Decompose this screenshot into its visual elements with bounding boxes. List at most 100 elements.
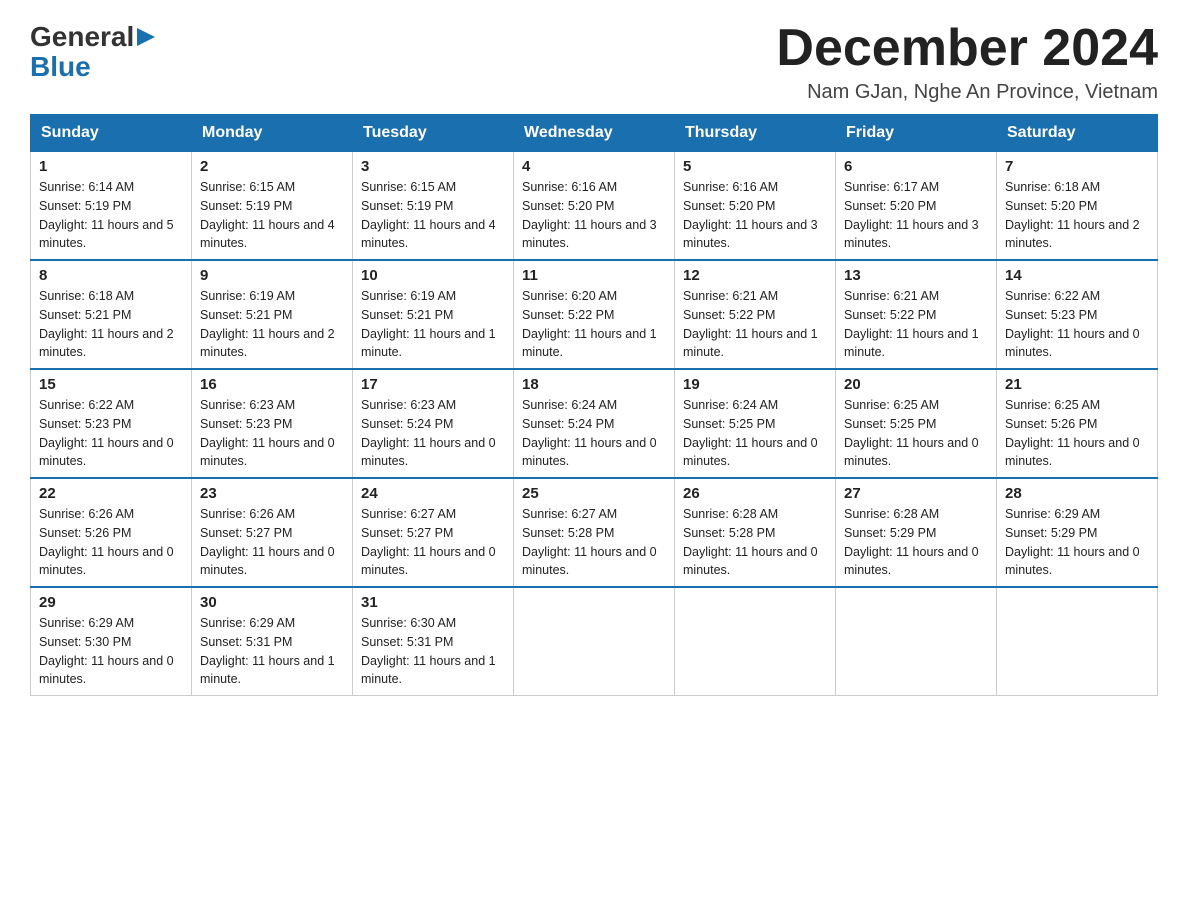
- day-info: Sunrise: 6:28 AM Sunset: 5:29 PM Dayligh…: [844, 505, 988, 580]
- calendar-cell: 21 Sunrise: 6:25 AM Sunset: 5:26 PM Dayl…: [997, 369, 1158, 478]
- day-info: Sunrise: 6:20 AM Sunset: 5:22 PM Dayligh…: [522, 287, 666, 362]
- day-info: Sunrise: 6:24 AM Sunset: 5:25 PM Dayligh…: [683, 396, 827, 471]
- calendar-cell: [514, 587, 675, 696]
- calendar-cell: [836, 587, 997, 696]
- calendar-cell: 10 Sunrise: 6:19 AM Sunset: 5:21 PM Dayl…: [353, 260, 514, 369]
- day-number: 21: [1005, 376, 1149, 393]
- header: General Blue December 2024 Nam GJan, Ngh…: [30, 20, 1158, 104]
- day-info: Sunrise: 6:29 AM Sunset: 5:29 PM Dayligh…: [1005, 505, 1149, 580]
- day-info: Sunrise: 6:15 AM Sunset: 5:19 PM Dayligh…: [200, 178, 344, 253]
- header-thursday: Thursday: [675, 115, 836, 151]
- day-number: 17: [361, 376, 505, 393]
- day-number: 11: [522, 267, 666, 284]
- day-number: 18: [522, 376, 666, 393]
- header-friday: Friday: [836, 115, 997, 151]
- calendar-cell: 20 Sunrise: 6:25 AM Sunset: 5:25 PM Dayl…: [836, 369, 997, 478]
- calendar-cell: 3 Sunrise: 6:15 AM Sunset: 5:19 PM Dayli…: [353, 151, 514, 260]
- day-number: 4: [522, 158, 666, 175]
- calendar-cell: 30 Sunrise: 6:29 AM Sunset: 5:31 PM Dayl…: [192, 587, 353, 696]
- calendar-cell: 12 Sunrise: 6:21 AM Sunset: 5:22 PM Dayl…: [675, 260, 836, 369]
- calendar-cell: 4 Sunrise: 6:16 AM Sunset: 5:20 PM Dayli…: [514, 151, 675, 260]
- logo-blue-text: Blue: [30, 53, 159, 81]
- day-info: Sunrise: 6:22 AM Sunset: 5:23 PM Dayligh…: [39, 396, 183, 471]
- day-number: 1: [39, 158, 183, 175]
- day-info: Sunrise: 6:29 AM Sunset: 5:30 PM Dayligh…: [39, 614, 183, 689]
- day-info: Sunrise: 6:26 AM Sunset: 5:27 PM Dayligh…: [200, 505, 344, 580]
- calendar-cell: 18 Sunrise: 6:24 AM Sunset: 5:24 PM Dayl…: [514, 369, 675, 478]
- calendar-cell: 5 Sunrise: 6:16 AM Sunset: 5:20 PM Dayli…: [675, 151, 836, 260]
- day-info: Sunrise: 6:27 AM Sunset: 5:27 PM Dayligh…: [361, 505, 505, 580]
- day-info: Sunrise: 6:27 AM Sunset: 5:28 PM Dayligh…: [522, 505, 666, 580]
- logo-general-text: General: [30, 21, 134, 53]
- day-info: Sunrise: 6:16 AM Sunset: 5:20 PM Dayligh…: [522, 178, 666, 253]
- calendar-cell: 26 Sunrise: 6:28 AM Sunset: 5:28 PM Dayl…: [675, 478, 836, 587]
- calendar-week-4: 22 Sunrise: 6:26 AM Sunset: 5:26 PM Dayl…: [31, 478, 1158, 587]
- day-info: Sunrise: 6:18 AM Sunset: 5:21 PM Dayligh…: [39, 287, 183, 362]
- day-number: 3: [361, 158, 505, 175]
- location-subtitle: Nam GJan, Nghe An Province, Vietnam: [776, 81, 1158, 104]
- header-sunday: Sunday: [31, 115, 192, 151]
- day-info: Sunrise: 6:21 AM Sunset: 5:22 PM Dayligh…: [844, 287, 988, 362]
- logo: General Blue: [30, 20, 159, 81]
- calendar-cell: 23 Sunrise: 6:26 AM Sunset: 5:27 PM Dayl…: [192, 478, 353, 587]
- calendar-cell: [997, 587, 1158, 696]
- day-number: 30: [200, 594, 344, 611]
- day-number: 6: [844, 158, 988, 175]
- day-info: Sunrise: 6:23 AM Sunset: 5:23 PM Dayligh…: [200, 396, 344, 471]
- calendar-week-1: 1 Sunrise: 6:14 AM Sunset: 5:19 PM Dayli…: [31, 151, 1158, 260]
- month-year-title: December 2024: [776, 20, 1158, 77]
- calendar-cell: 9 Sunrise: 6:19 AM Sunset: 5:21 PM Dayli…: [192, 260, 353, 369]
- day-number: 23: [200, 485, 344, 502]
- day-info: Sunrise: 6:15 AM Sunset: 5:19 PM Dayligh…: [361, 178, 505, 253]
- day-number: 27: [844, 485, 988, 502]
- calendar-cell: 6 Sunrise: 6:17 AM Sunset: 5:20 PM Dayli…: [836, 151, 997, 260]
- calendar-cell: 1 Sunrise: 6:14 AM Sunset: 5:19 PM Dayli…: [31, 151, 192, 260]
- header-saturday: Saturday: [997, 115, 1158, 151]
- calendar-week-3: 15 Sunrise: 6:22 AM Sunset: 5:23 PM Dayl…: [31, 369, 1158, 478]
- day-info: Sunrise: 6:25 AM Sunset: 5:26 PM Dayligh…: [1005, 396, 1149, 471]
- day-number: 26: [683, 485, 827, 502]
- day-number: 28: [1005, 485, 1149, 502]
- calendar-cell: 13 Sunrise: 6:21 AM Sunset: 5:22 PM Dayl…: [836, 260, 997, 369]
- calendar-cell: 16 Sunrise: 6:23 AM Sunset: 5:23 PM Dayl…: [192, 369, 353, 478]
- day-info: Sunrise: 6:30 AM Sunset: 5:31 PM Dayligh…: [361, 614, 505, 689]
- day-number: 19: [683, 376, 827, 393]
- day-number: 24: [361, 485, 505, 502]
- day-info: Sunrise: 6:24 AM Sunset: 5:24 PM Dayligh…: [522, 396, 666, 471]
- day-info: Sunrise: 6:21 AM Sunset: 5:22 PM Dayligh…: [683, 287, 827, 362]
- calendar-table: Sunday Monday Tuesday Wednesday Thursday…: [30, 114, 1158, 696]
- header-row: Sunday Monday Tuesday Wednesday Thursday…: [31, 115, 1158, 151]
- day-number: 9: [200, 267, 344, 284]
- header-tuesday: Tuesday: [353, 115, 514, 151]
- day-number: 25: [522, 485, 666, 502]
- day-number: 16: [200, 376, 344, 393]
- calendar-cell: 27 Sunrise: 6:28 AM Sunset: 5:29 PM Dayl…: [836, 478, 997, 587]
- day-number: 29: [39, 594, 183, 611]
- calendar-cell: 15 Sunrise: 6:22 AM Sunset: 5:23 PM Dayl…: [31, 369, 192, 478]
- day-number: 2: [200, 158, 344, 175]
- day-info: Sunrise: 6:29 AM Sunset: 5:31 PM Dayligh…: [200, 614, 344, 689]
- day-number: 15: [39, 376, 183, 393]
- calendar-week-5: 29 Sunrise: 6:29 AM Sunset: 5:30 PM Dayl…: [31, 587, 1158, 696]
- day-number: 7: [1005, 158, 1149, 175]
- day-info: Sunrise: 6:26 AM Sunset: 5:26 PM Dayligh…: [39, 505, 183, 580]
- calendar-cell: 22 Sunrise: 6:26 AM Sunset: 5:26 PM Dayl…: [31, 478, 192, 587]
- day-info: Sunrise: 6:28 AM Sunset: 5:28 PM Dayligh…: [683, 505, 827, 580]
- day-info: Sunrise: 6:17 AM Sunset: 5:20 PM Dayligh…: [844, 178, 988, 253]
- day-info: Sunrise: 6:19 AM Sunset: 5:21 PM Dayligh…: [361, 287, 505, 362]
- calendar-cell: 28 Sunrise: 6:29 AM Sunset: 5:29 PM Dayl…: [997, 478, 1158, 587]
- day-number: 14: [1005, 267, 1149, 284]
- day-number: 10: [361, 267, 505, 284]
- calendar-cell: 19 Sunrise: 6:24 AM Sunset: 5:25 PM Dayl…: [675, 369, 836, 478]
- day-info: Sunrise: 6:25 AM Sunset: 5:25 PM Dayligh…: [844, 396, 988, 471]
- calendar-cell: 8 Sunrise: 6:18 AM Sunset: 5:21 PM Dayli…: [31, 260, 192, 369]
- calendar-cell: 2 Sunrise: 6:15 AM Sunset: 5:19 PM Dayli…: [192, 151, 353, 260]
- calendar-cell: [675, 587, 836, 696]
- calendar-cell: 11 Sunrise: 6:20 AM Sunset: 5:22 PM Dayl…: [514, 260, 675, 369]
- day-info: Sunrise: 6:18 AM Sunset: 5:20 PM Dayligh…: [1005, 178, 1149, 253]
- day-number: 13: [844, 267, 988, 284]
- day-number: 5: [683, 158, 827, 175]
- logo-arrow-icon: [137, 26, 159, 48]
- calendar-cell: 31 Sunrise: 6:30 AM Sunset: 5:31 PM Dayl…: [353, 587, 514, 696]
- day-number: 31: [361, 594, 505, 611]
